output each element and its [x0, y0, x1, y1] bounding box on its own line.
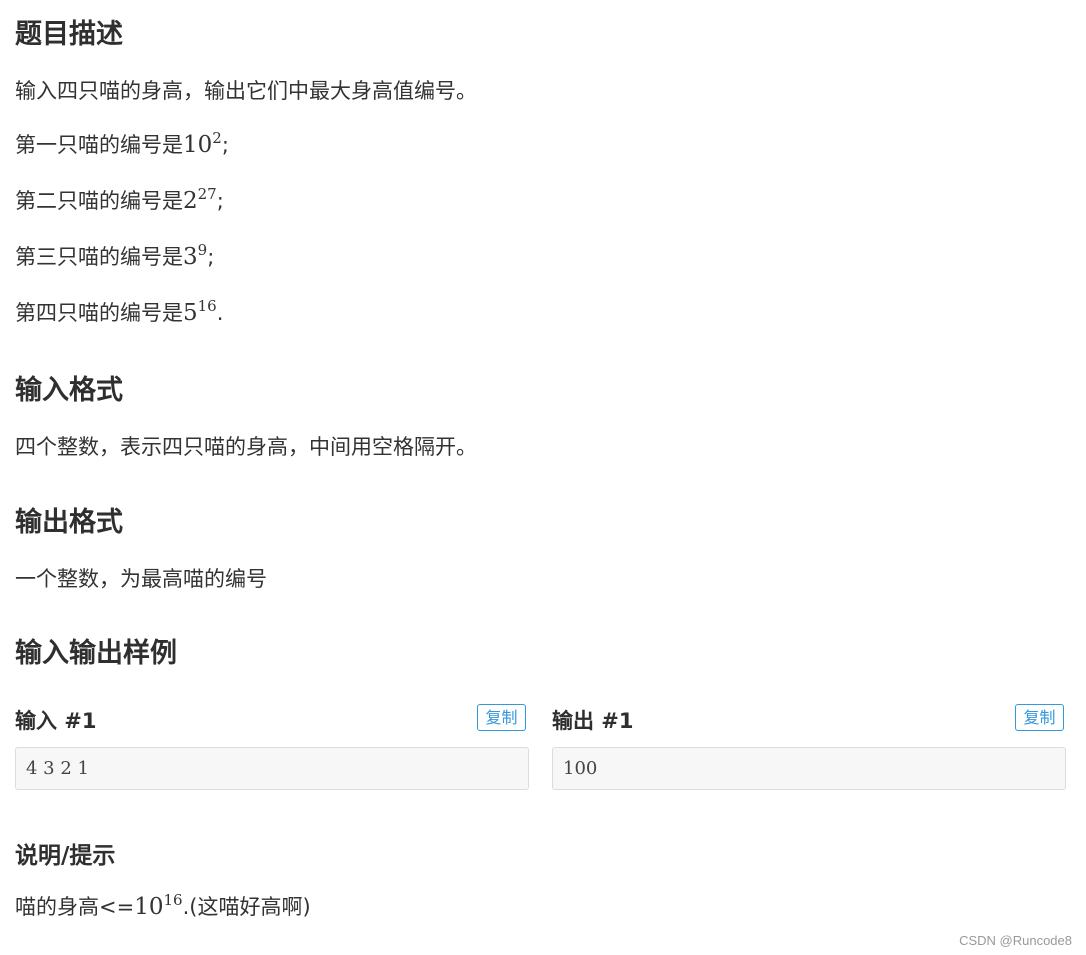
id-line-prefix: 第二只喵的编号是	[15, 189, 183, 213]
sample-input-label: 输入 #1	[15, 709, 97, 733]
line-end: ;	[221, 133, 229, 157]
formula-base: 3	[183, 244, 198, 270]
id-line-prefix: 第三只喵的编号是	[15, 245, 183, 269]
hint-prefix: 喵的身高<=	[15, 895, 135, 919]
line-end: .	[216, 301, 224, 325]
id-line-2: 第二只喵的编号是227;	[15, 186, 224, 216]
id-line-4: 第四只喵的编号是516.	[15, 298, 223, 328]
id-line-prefix: 第四只喵的编号是	[15, 301, 183, 325]
output-format-heading: 输出格式	[15, 507, 123, 538]
sample-output-box[interactable]: 100	[552, 747, 1066, 790]
description-heading: 题目描述	[15, 19, 123, 50]
hint-suffix: .(这喵好高啊)	[182, 895, 311, 919]
id-formula: 39	[183, 241, 208, 271]
id-formula: 102	[183, 129, 222, 159]
formula-exponent: 9	[197, 241, 208, 259]
input-format-text: 四个整数，表示四只喵的身高，中间用空格隔开。	[15, 435, 477, 459]
id-line-prefix: 第一只喵的编号是	[15, 133, 183, 157]
id-line-1: 第一只喵的编号是102;	[15, 130, 229, 160]
id-line-3: 第三只喵的编号是39;	[15, 242, 214, 272]
formula-exponent: 16	[197, 297, 217, 315]
formula-exponent: 2	[212, 129, 222, 147]
copy-input-button[interactable]: 复制	[477, 704, 526, 731]
samples-heading: 输入输出样例	[15, 638, 177, 669]
formula-base: 10	[183, 132, 213, 158]
id-formula: 516	[183, 297, 217, 327]
line-end: ;	[216, 189, 224, 213]
hint-text: 喵的身高<=1016.(这喵好高啊)	[15, 892, 311, 922]
hint-formula: 1016	[134, 891, 183, 921]
hint-heading: 说明/提示	[15, 843, 116, 869]
copy-output-button[interactable]: 复制	[1015, 704, 1064, 731]
sample-input-box[interactable]: 4 3 2 1	[15, 747, 529, 790]
watermark: CSDN @Runcode8	[959, 933, 1072, 948]
sample-output-label: 输出 #1	[552, 709, 634, 733]
formula-exponent: 27	[197, 185, 217, 203]
line-end: ;	[207, 245, 215, 269]
description-intro: 输入四只喵的身高，输出它们中最大身高值编号。	[15, 79, 477, 103]
formula-base: 10	[134, 894, 164, 920]
id-formula: 227	[183, 185, 217, 215]
formula-base: 2	[183, 188, 198, 214]
formula-base: 5	[183, 300, 198, 326]
input-format-heading: 输入格式	[15, 375, 123, 406]
output-format-text: 一个整数，为最高喵的编号	[15, 567, 267, 591]
formula-exponent: 16	[163, 891, 183, 909]
